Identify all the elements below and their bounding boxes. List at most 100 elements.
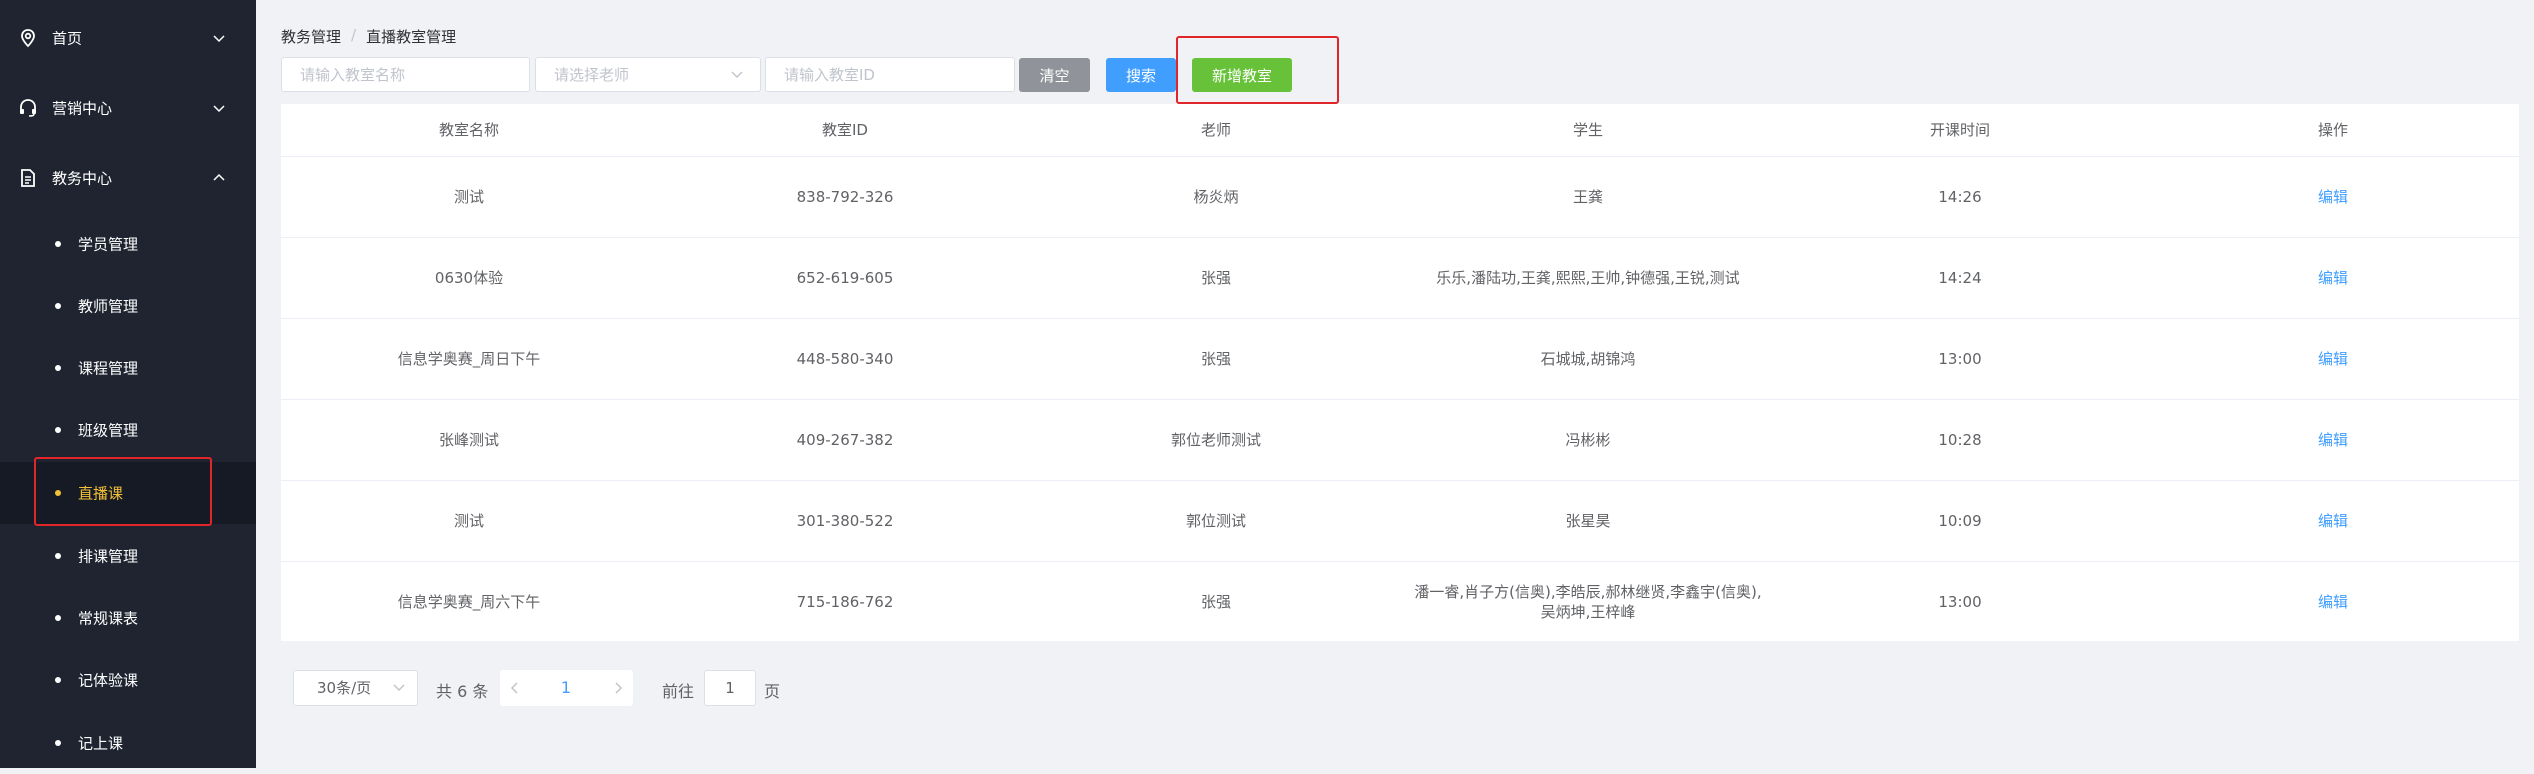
cell-students: 石城城,胡锦鸿 [1540, 350, 1636, 368]
cell-time: 13:00 [1938, 593, 1982, 611]
cell-students: 张星昊 [1565, 512, 1611, 530]
breadcrumb-item-current: 直播教室管理 [366, 28, 457, 46]
bullet-icon [55, 553, 61, 559]
cell-teacher: 张强 [1200, 269, 1232, 287]
sidebar-item-trial-lesson[interactable]: 记体验课 [0, 649, 256, 711]
cell-action: 编辑 [2318, 157, 2348, 237]
sidebar-item-teachers[interactable]: 教师管理 [0, 275, 256, 337]
chevron-down-icon [731, 71, 743, 79]
column-header: 学生 [1572, 121, 1604, 139]
column-header: 老师 [1200, 121, 1232, 139]
cell-teacher: 张强 [1200, 593, 1232, 611]
bullet-icon [55, 615, 61, 621]
sidebar-item-scheduling[interactable]: 排课管理 [0, 525, 256, 587]
cell-name: 信息学奥赛_周日下午 [397, 350, 541, 368]
breadcrumb-item[interactable]: 教务管理 [281, 26, 341, 47]
table-row: 0630体验 652-619-605 张强 乐乐,潘陆功,王龚,熙熙,王帅,钟德… [281, 238, 2519, 319]
table-header: 教室名称 教室ID 老师 学生 开课时间 操作 [281, 104, 2519, 157]
bullet-icon [55, 303, 61, 309]
edit-link[interactable]: 编辑 [2318, 592, 2348, 612]
goto-page-input[interactable] [704, 670, 756, 706]
page-size-value: 30条/页 [317, 679, 372, 697]
menu-home[interactable]: 首页 [0, 3, 256, 73]
highlight-frame [1176, 36, 1339, 104]
sidebar-item-students[interactable]: 学员管理 [0, 213, 256, 275]
cell-students: 王龚 [1572, 188, 1603, 206]
breadcrumb-separator: / [351, 26, 357, 44]
breadcrumb: 教务管理 / 直播教室管理 [281, 26, 456, 47]
sidebar-item-label: 记体验课 [78, 671, 139, 690]
classroom-table: 教室名称 教室ID 老师 学生 开课时间 操作 测试 838-792-326 杨… [281, 104, 2519, 641]
sidebar-item-record-class[interactable]: 记上课 [0, 712, 256, 774]
cell-students: 乐乐,潘陆功,王龚,熙熙,王帅,钟德强,王锐,测试 [1436, 269, 1740, 287]
column-header: 教室ID [822, 121, 868, 139]
teacher-select[interactable] [535, 57, 761, 92]
goto-suffix: 页 [764, 682, 781, 701]
edit-link[interactable]: 编辑 [2318, 349, 2348, 369]
menu-academic[interactable]: 教务中心 [0, 143, 256, 213]
sidebar-item-label: 学员管理 [78, 235, 139, 254]
cell-name: 测试 [453, 188, 485, 206]
table-row: 测试 838-792-326 杨炎炳 王龚 14:26 编辑 [281, 157, 2519, 238]
sidebar-item-timetable[interactable]: 常规课表 [0, 587, 256, 649]
table-row: 信息学奥赛_周日下午 448-580-340 张强 石城城,胡锦鸿 13:00 … [281, 319, 2519, 400]
sidebar-item-courses[interactable]: 课程管理 [0, 337, 256, 399]
headset-icon [20, 99, 36, 117]
goto-label: 前往 [662, 682, 695, 701]
sidebar-item-label: 常规课表 [78, 609, 139, 628]
location-pin-icon [21, 29, 35, 48]
bullet-icon [55, 677, 61, 683]
pager: 1 [500, 670, 633, 706]
edit-link[interactable]: 编辑 [2318, 511, 2348, 531]
sidebar-item-label: 课程管理 [78, 359, 139, 378]
sidebar-item-classes[interactable]: 班级管理 [0, 399, 256, 461]
page-number[interactable]: 1 [550, 670, 582, 706]
cell-time: 10:09 [1938, 512, 1982, 530]
table-row: 信息学奥赛_周六下午 715-186-762 张强 潘一睿,肖子方(信奥),李皓… [281, 562, 2519, 642]
cell-name: 测试 [453, 512, 485, 530]
classroom-id-input[interactable] [765, 57, 1015, 92]
edit-link[interactable]: 编辑 [2318, 268, 2348, 288]
edit-link[interactable]: 编辑 [2318, 430, 2348, 450]
cell-time: 14:26 [1938, 188, 1982, 206]
sidebar-item-label: 排课管理 [78, 547, 139, 566]
cell-action: 编辑 [2318, 319, 2348, 399]
sidebar-item-label: 教师管理 [78, 297, 139, 316]
menu-marketing-label: 营销中心 [52, 99, 113, 118]
edit-link[interactable]: 编辑 [2318, 187, 2348, 207]
chevron-down-icon [393, 684, 405, 692]
cell-name: 0630体验 [434, 269, 504, 287]
menu-home-label: 首页 [52, 29, 83, 48]
cell-action: 编辑 [2318, 481, 2348, 561]
sidebar-item-label: 记上课 [78, 734, 124, 753]
search-button[interactable]: 搜索 [1106, 58, 1176, 92]
chevron-right-icon [615, 682, 623, 694]
chevron-down-icon [213, 105, 225, 113]
sidebar-item-label: 班级管理 [78, 421, 139, 440]
cell-students: 冯彬彬 [1565, 431, 1611, 449]
total-count: 共 6 条 [436, 682, 489, 701]
column-header: 教室名称 [438, 121, 500, 139]
cell-action: 编辑 [2318, 238, 2348, 318]
menu-marketing[interactable]: 营销中心 [0, 73, 256, 143]
cell-teacher: 杨炎炳 [1193, 188, 1239, 206]
bullet-icon [55, 427, 61, 433]
prev-page-button[interactable] [500, 670, 530, 706]
clear-button[interactable]: 清空 [1019, 58, 1090, 92]
chevron-up-icon [213, 173, 225, 181]
cell-name: 张峰测试 [438, 431, 500, 449]
classroom-name-input[interactable] [281, 57, 530, 92]
cell-name: 信息学奥赛_周六下午 [397, 593, 541, 611]
cell-id: 301-380-522 [796, 512, 894, 530]
cell-id: 448-580-340 [796, 350, 894, 368]
page-size-select[interactable]: 30条/页 [293, 670, 418, 706]
next-page-button[interactable] [603, 670, 633, 706]
table-row: 张峰测试 409-267-382 郭位老师测试 冯彬彬 10:28 编辑 [281, 400, 2519, 481]
chevron-left-icon [510, 682, 518, 694]
bullet-icon [55, 241, 61, 247]
column-header: 开课时间 [1929, 121, 1991, 139]
column-header: 操作 [2317, 121, 2349, 139]
cell-action: 编辑 [2318, 400, 2348, 480]
table-row: 测试 301-380-522 郭位测试 张星昊 10:09 编辑 [281, 481, 2519, 562]
cell-id: 409-267-382 [796, 431, 894, 449]
